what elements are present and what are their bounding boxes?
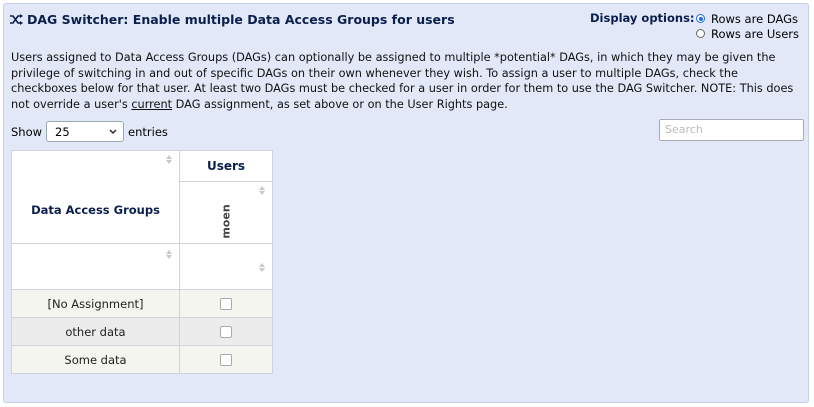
radio-label: Rows are Users — [711, 26, 800, 41]
show-label: Show — [11, 124, 43, 139]
dag-user-table: Data Access Groups Users moen [No Assign… — [11, 150, 273, 374]
user-column-label: moen — [219, 203, 233, 239]
column-header-user-moen[interactable]: moen — [179, 181, 273, 244]
dag-checkbox[interactable] — [220, 325, 232, 338]
dag-name: Some data — [11, 345, 180, 374]
filter-cell-user — [179, 243, 273, 290]
table-row: [No Assignment] — [11, 289, 273, 318]
display-options-group: Rows are DAGs Rows are Users — [696, 11, 799, 41]
checkbox-cell — [179, 317, 273, 346]
table-row: other data — [11, 317, 273, 346]
column-header-dags[interactable]: Data Access Groups — [11, 150, 180, 244]
instructions-text: Users assigned to Data Access Groups (DA… — [11, 50, 803, 112]
entries-select[interactable]: 25 — [46, 121, 125, 142]
radio-label: Rows are DAGs — [711, 11, 799, 26]
instructions-part-2: DAG assignment, as set above or on the U… — [172, 97, 508, 111]
page-title: DAG Switcher: Enable multiple Data Acces… — [27, 12, 455, 27]
entries-length-control: Show 25 entries — [11, 121, 168, 142]
radio-button[interactable] — [696, 29, 705, 38]
search-input[interactable]: Search — [659, 119, 804, 141]
panel-title: DAG Switcher: Enable multiple Data Acces… — [10, 12, 455, 27]
underlined-current: current — [131, 97, 173, 111]
table-row: Some data — [11, 345, 273, 374]
dag-switcher-panel: DAG Switcher: Enable multiple Data Acces… — [3, 3, 809, 403]
dag-checkbox[interactable] — [220, 297, 232, 310]
radio-rows-are-dags[interactable]: Rows are DAGs — [696, 11, 799, 26]
shuffle-icon — [10, 14, 23, 25]
users-group-header: Users — [179, 150, 273, 182]
filter-cell-dags — [11, 243, 180, 290]
dag-header-label: Data Access Groups — [31, 203, 160, 217]
chevron-down-icon — [109, 129, 117, 134]
entries-label: entries — [128, 124, 168, 139]
checkbox-cell — [179, 345, 273, 374]
display-options-label: Display options: — [590, 11, 695, 25]
entries-value: 25 — [55, 124, 70, 139]
dag-name: other data — [11, 317, 180, 346]
dag-name: [No Assignment] — [11, 289, 180, 318]
radio-rows-are-users[interactable]: Rows are Users — [696, 26, 799, 41]
checkbox-cell — [179, 289, 273, 318]
dag-checkbox[interactable] — [220, 353, 232, 366]
radio-button-selected[interactable] — [696, 14, 705, 23]
